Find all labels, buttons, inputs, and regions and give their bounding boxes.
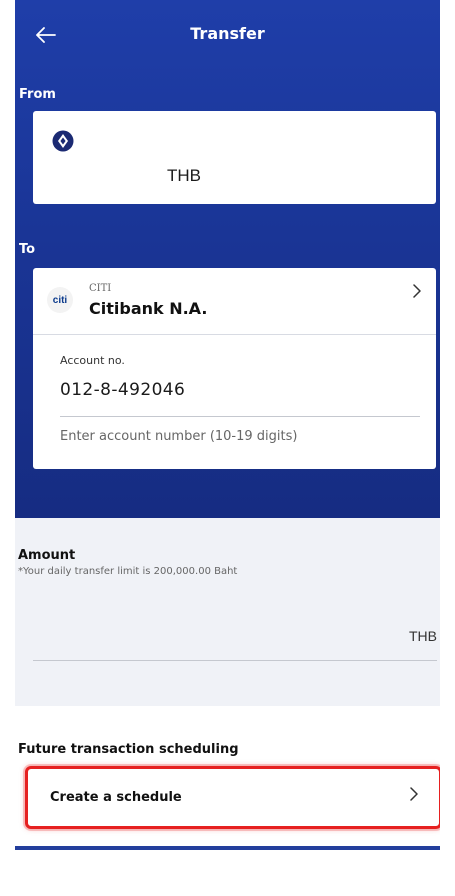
chevron-right-icon (413, 284, 421, 298)
app-header: Transfer (15, 0, 440, 70)
create-schedule-button[interactable]: Create a schedule (25, 766, 440, 829)
to-label: To (19, 242, 36, 257)
account-underline (60, 416, 420, 417)
page-title: Transfer (190, 24, 265, 43)
from-currency: THB (167, 166, 201, 185)
chevron-right-icon (410, 787, 418, 801)
citi-logo-icon: citi (47, 287, 73, 313)
amount-underline (33, 660, 437, 661)
divider (33, 334, 436, 335)
transfer-screen: Transfer From THB To citi CITI Citibank … (15, 0, 440, 896)
transfer-header-panel: Transfer From THB To citi CITI Citibank … (15, 0, 440, 518)
account-number-label: Account no. (60, 354, 125, 367)
from-label: From (19, 87, 56, 102)
amount-title: Amount (18, 548, 76, 563)
transfer-limit-note: *Your daily transfer limit is 200,000.00… (18, 566, 238, 577)
amount-input[interactable] (33, 613, 383, 643)
bottom-area (15, 850, 440, 896)
bank-code: CITI (89, 283, 112, 294)
krungsri-logo-icon (52, 130, 74, 152)
schedule-section: Future transaction scheduling Create a s… (15, 706, 440, 846)
bank-name: Citibank N.A. (89, 299, 208, 318)
from-account-card[interactable]: THB (33, 111, 436, 204)
to-account-card: citi CITI Citibank N.A. Account no. Ente… (33, 268, 436, 469)
amount-section: Amount *Your daily transfer limit is 200… (15, 518, 440, 706)
amount-currency: THB (409, 628, 437, 644)
account-number-input[interactable] (60, 377, 420, 403)
create-schedule-label: Create a schedule (50, 790, 182, 805)
bank-selector[interactable]: citi CITI Citibank N.A. (33, 268, 436, 334)
citi-logo-text: citi (52, 294, 68, 306)
account-number-hint: Enter account number (10-19 digits) (60, 429, 298, 444)
schedule-title: Future transaction scheduling (18, 742, 239, 757)
